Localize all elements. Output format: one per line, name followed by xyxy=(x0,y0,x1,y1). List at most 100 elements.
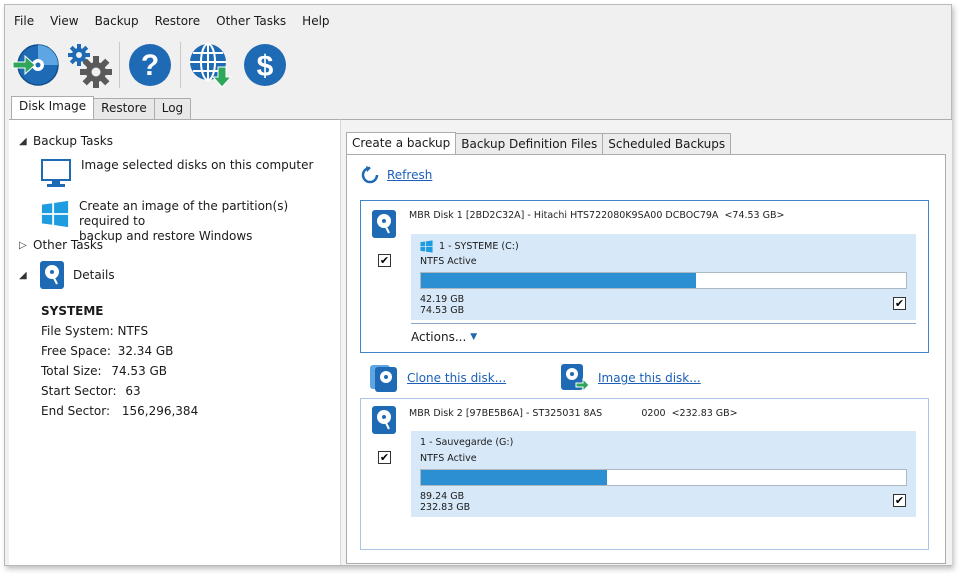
menu-file[interactable]: File xyxy=(5,11,42,31)
partition-used: 89.24 GB xyxy=(420,491,465,502)
refresh-row: Refresh xyxy=(361,166,432,184)
partition-used: 42.19 GB xyxy=(420,294,465,305)
menu-bar: File View Backup Restore Other Tasks Hel… xyxy=(5,11,338,31)
backup-tasks-header[interactable]: ◢ Backup Tasks xyxy=(19,134,113,148)
task-image-selected-disks[interactable]: Image selected disks on this computer xyxy=(41,158,313,190)
menu-help[interactable]: Help xyxy=(294,11,337,31)
backup-disc-icon xyxy=(12,44,59,86)
help-icon: ? xyxy=(129,44,171,86)
partition-name-row: 1 - Sauvegarde (G:) xyxy=(420,437,513,448)
partition-sizes: 42.19 GB 74.53 GB xyxy=(420,294,464,316)
collapse-triangle-icon: ◢ xyxy=(19,269,27,281)
task-image-windows-label-2: backup and restore Windows xyxy=(79,229,253,243)
other-tasks-label: Other Tasks xyxy=(33,238,104,252)
menu-restore[interactable]: Restore xyxy=(147,11,209,31)
purchase-button[interactable]: $ xyxy=(241,40,289,90)
image-disk-action[interactable]: Image this disk... xyxy=(560,363,701,393)
disk-2-partition-1[interactable]: 1 - Sauvegarde (G:) NTFS Active 89.24 GB… xyxy=(411,431,916,517)
tab-create-backup[interactable]: Create a backup xyxy=(346,132,457,154)
help-glyph: ? xyxy=(141,49,159,82)
details-start-sector: Start Sector: 63 xyxy=(41,381,141,401)
hard-disk-icon xyxy=(372,406,396,434)
backup-tasks-label: Backup Tasks xyxy=(33,134,113,148)
tab-backup-definition-files[interactable]: Backup Definition Files xyxy=(455,133,604,154)
left-task-pane: ◢ Backup Tasks Image selected disks on t… xyxy=(9,119,340,565)
help-button[interactable]: ? xyxy=(126,40,174,90)
total-size-label: Total Size: xyxy=(41,364,102,378)
task-image-selected-disks-label: Image selected disks on this computer xyxy=(81,158,314,172)
partition-usage-fill xyxy=(421,470,607,485)
free-space-label: Free Space: xyxy=(41,344,111,358)
clone-disk-link[interactable]: Clone this disk... xyxy=(407,371,506,385)
partition-sizes: 89.24 GB 232.83 GB xyxy=(420,491,470,513)
end-sector-value: 156,296,384 xyxy=(121,404,199,418)
actions-dropdown[interactable]: Actions... ▼ xyxy=(411,330,477,344)
hard-disk-icon xyxy=(372,210,396,238)
settings-gears-icon xyxy=(68,44,112,88)
create-backup-panel: Refresh ✔ MBR Disk 1 [2BD2C32A] - Hitach… xyxy=(346,154,946,564)
image-disk-link[interactable]: Image this disk... xyxy=(598,371,701,385)
end-sector-label: End Sector: xyxy=(41,404,111,418)
dollar-glyph: $ xyxy=(257,50,274,83)
menu-view[interactable]: View xyxy=(42,11,86,31)
toolbar-separator xyxy=(119,42,120,88)
start-sector-value: 63 xyxy=(125,384,141,398)
menu-backup[interactable]: Backup xyxy=(87,11,147,31)
start-sector-label: Start Sector: xyxy=(41,384,117,398)
details-end-sector: End Sector: 156,296,384 xyxy=(41,401,198,421)
purchase-icon: $ xyxy=(244,44,286,86)
clone-disk-icon xyxy=(370,365,397,392)
tab-restore[interactable]: Restore xyxy=(93,98,155,119)
other-tasks-header[interactable]: ▷ Other Tasks xyxy=(19,238,103,252)
toolbar-separator xyxy=(180,42,181,88)
main-window: File View Backup Restore Other Tasks Hel… xyxy=(4,4,952,566)
details-file-system: File System: NTFS xyxy=(41,324,149,338)
partition-checkbox[interactable]: ✔ xyxy=(893,297,906,310)
disk-2-box[interactable]: ✔ MBR Disk 2 [97BE5B6A] - ST325031 8AS 0… xyxy=(360,398,929,550)
actions-label: Actions... xyxy=(411,330,467,344)
tab-log[interactable]: Log xyxy=(153,98,192,119)
main-tab-strip: Disk Image Restore Log xyxy=(11,96,192,119)
disk-1-box[interactable]: ✔ MBR Disk 1 [2BD2C32A] - Hitachi HTS722… xyxy=(360,200,929,353)
windows-logo-icon xyxy=(41,200,69,228)
refresh-link[interactable]: Refresh xyxy=(387,168,432,182)
partition-filesystem: NTFS Active xyxy=(420,256,477,267)
partition-usage-bar xyxy=(420,272,907,289)
image-disk-icon xyxy=(561,364,590,393)
tab-disk-image[interactable]: Disk Image xyxy=(11,96,95,119)
free-space-value: 32.34 GB xyxy=(117,344,174,358)
tab-scheduled-backups[interactable]: Scheduled Backups xyxy=(602,133,732,154)
partition-name-row: 1 - SYSTEME (C:) xyxy=(420,240,519,253)
web-update-button[interactable] xyxy=(187,40,235,90)
disk-1-partition-1[interactable]: 1 - SYSTEME (C:) NTFS Active 42.19 GB 74… xyxy=(411,234,916,320)
expand-triangle-icon: ▷ xyxy=(19,239,27,251)
toolbar: ? $ xyxy=(11,39,295,91)
partition-name: 1 - Sauvegarde (G:) xyxy=(420,437,514,448)
details-header[interactable]: ◢ Details xyxy=(19,260,115,290)
actions-divider xyxy=(411,323,916,324)
settings-button[interactable] xyxy=(65,40,113,90)
disk-1-checkbox[interactable]: ✔ xyxy=(378,254,391,267)
task-image-windows-label-1: Create an image of the partition(s) requ… xyxy=(79,199,289,228)
disk-2-checkbox[interactable]: ✔ xyxy=(378,451,391,464)
details-free-space: Free Space: 32.34 GB xyxy=(41,341,173,361)
partition-filesystem: NTFS Active xyxy=(420,453,477,464)
refresh-icon[interactable] xyxy=(361,166,379,184)
collapse-triangle-icon: ◢ xyxy=(19,135,27,147)
backup-tab-strip: Create a backup Backup Definition Files … xyxy=(346,132,732,154)
windows-logo-icon xyxy=(420,240,433,253)
partition-total: 74.53 GB xyxy=(420,305,465,316)
partition-checkbox[interactable]: ✔ xyxy=(893,494,906,507)
partition-name: 1 - SYSTEME (C:) xyxy=(439,241,519,252)
details-total-size: Total Size: 74.53 GB xyxy=(41,361,167,381)
disk-details-icon xyxy=(40,261,64,289)
details-label: Details xyxy=(73,268,115,282)
details-partition-name: SYSTEME xyxy=(41,304,104,318)
disk-1-title: MBR Disk 1 [2BD2C32A] - Hitachi HTS72208… xyxy=(409,210,785,221)
clone-disk-action[interactable]: Clone this disk... xyxy=(369,363,506,393)
web-download-icon xyxy=(190,43,233,88)
partition-usage-bar xyxy=(420,469,907,486)
menu-other-tasks[interactable]: Other Tasks xyxy=(208,11,294,31)
backup-button[interactable] xyxy=(11,40,59,90)
partition-total: 232.83 GB xyxy=(420,502,471,513)
